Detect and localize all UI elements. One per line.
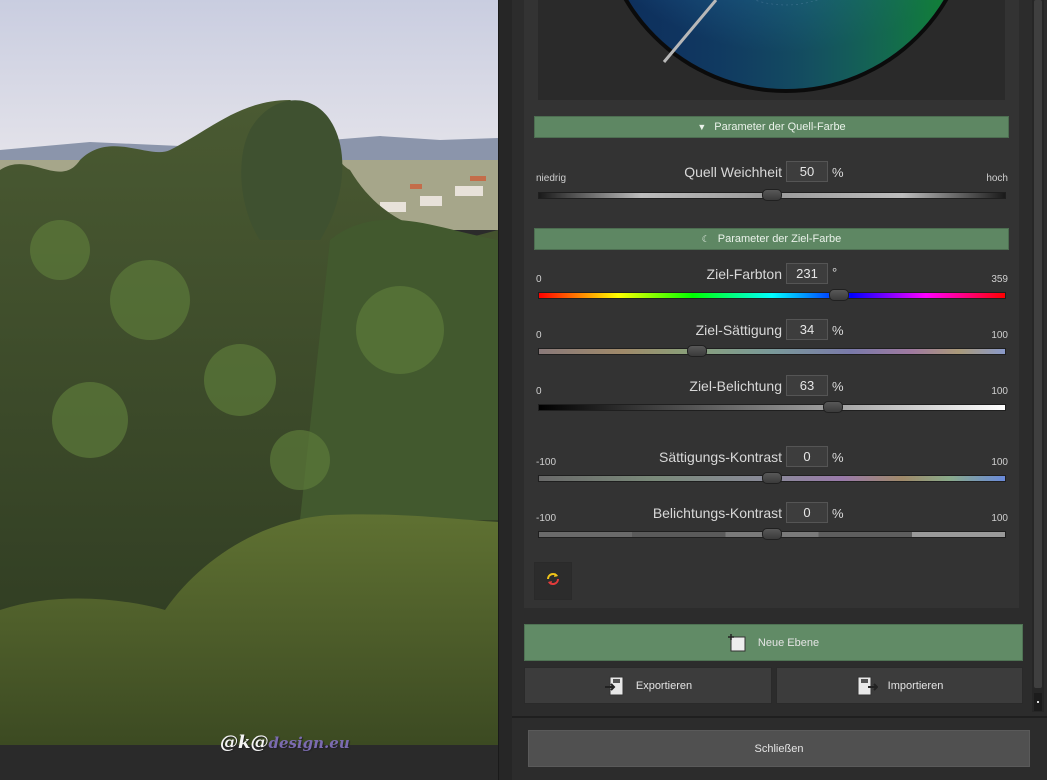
- value-field[interactable]: 0: [786, 446, 828, 467]
- slider-ziel-belichtung: Ziel-Belichtung 63 % 0 100: [536, 374, 1008, 414]
- watermark: @k@design.eu: [220, 732, 350, 753]
- export-button[interactable]: Exportieren: [524, 667, 772, 704]
- panel-separator: [512, 716, 1047, 718]
- target-color-header[interactable]: ☾ Parameter der Ziel-Farbe: [534, 228, 1009, 250]
- slider-thumb[interactable]: [762, 528, 782, 540]
- min-label: -100: [536, 513, 557, 524]
- slider-label: Quell Weichheit: [684, 164, 782, 180]
- unit-label: %: [832, 450, 844, 465]
- slider-label: Sättigungs-Kontrast: [659, 449, 782, 465]
- scrollbar-end: [1034, 693, 1042, 711]
- landscape-photo: [0, 0, 498, 745]
- slider-thumb[interactable]: [822, 401, 843, 413]
- slider-label: Ziel-Sättigung: [695, 322, 782, 338]
- min-label: -100: [536, 457, 557, 468]
- panel-divider[interactable]: [498, 0, 512, 780]
- slider-thumb[interactable]: [762, 472, 782, 484]
- slider-track[interactable]: [538, 348, 1006, 355]
- photo-preview: [0, 0, 498, 745]
- slider-thumb[interactable]: [829, 289, 850, 301]
- value-field[interactable]: 63: [786, 375, 828, 396]
- min-label: 0: [536, 386, 542, 397]
- parameters-area: ▼ Parameter der Quell-Farbe Quell Weichhe…: [524, 0, 1019, 608]
- max-label: 100: [991, 513, 1008, 524]
- value-field[interactable]: 34: [786, 319, 828, 340]
- unit-label: %: [832, 379, 844, 394]
- refresh-icon: [545, 571, 561, 592]
- slider-thumb[interactable]: [687, 345, 708, 357]
- slider-ziel-saettigung: Ziel-Sättigung 34 % 0 100: [536, 318, 1008, 358]
- slider-track[interactable]: [538, 292, 1006, 299]
- source-color-header[interactable]: ▼ Parameter der Quell-Farbe: [534, 116, 1009, 138]
- triangle-down-icon: ▼: [697, 122, 707, 132]
- close-button[interactable]: Schließen: [528, 730, 1030, 767]
- color-panel: ▼ Parameter der Quell-Farbe Quell Weichhe…: [512, 0, 1047, 780]
- import-icon: [856, 675, 878, 697]
- max-label: 100: [991, 330, 1008, 341]
- new-layer-button[interactable]: Neue Ebene: [524, 624, 1023, 661]
- unit-label: %: [832, 165, 844, 180]
- slider-label: Ziel-Belichtung: [689, 378, 782, 394]
- new-layer-icon: [727, 633, 748, 653]
- max-label: hoch: [986, 173, 1008, 184]
- max-label: 359: [991, 274, 1008, 285]
- color-wheel-box: [538, 0, 1005, 100]
- value-field[interactable]: 231: [786, 263, 828, 284]
- min-label: 0: [536, 274, 542, 285]
- slider-label: Ziel-Farbton: [706, 266, 782, 282]
- value-field[interactable]: 0: [786, 502, 828, 523]
- slider-label: Belichtungs-Kontrast: [652, 505, 782, 521]
- reset-button[interactable]: [534, 562, 572, 600]
- min-label: niedrig: [536, 173, 567, 184]
- color-wheel[interactable]: [538, 0, 1005, 100]
- value-field[interactable]: 50: [786, 161, 828, 182]
- unit-label: °: [832, 265, 838, 280]
- export-icon: [604, 675, 626, 697]
- slider-track[interactable]: [538, 404, 1006, 411]
- min-label: 0: [536, 330, 542, 341]
- import-button[interactable]: Importieren: [776, 667, 1023, 704]
- max-label: 100: [991, 457, 1008, 468]
- unit-label: %: [832, 323, 844, 338]
- slider-belichtungs-kontrast: Belichtungs-Kontrast 0 % -100 100: [536, 501, 1008, 541]
- slider-ziel-farbton: Ziel-Farbton 231 ° 0 359: [536, 262, 1008, 302]
- scrollbar-thumb[interactable]: [1034, 0, 1042, 688]
- slider-thumb[interactable]: [762, 189, 782, 201]
- panel-scrollbar[interactable]: [1032, 0, 1044, 712]
- max-label: 100: [991, 386, 1008, 397]
- slider-saettigungs-kontrast: Sättigungs-Kontrast 0 % -100 100: [536, 445, 1008, 485]
- slider-quell-weichheit: Quell Weichheit 50 % niedrig hoch: [536, 160, 1008, 201]
- unit-label: %: [832, 506, 844, 521]
- moon-icon: ☾: [701, 234, 710, 244]
